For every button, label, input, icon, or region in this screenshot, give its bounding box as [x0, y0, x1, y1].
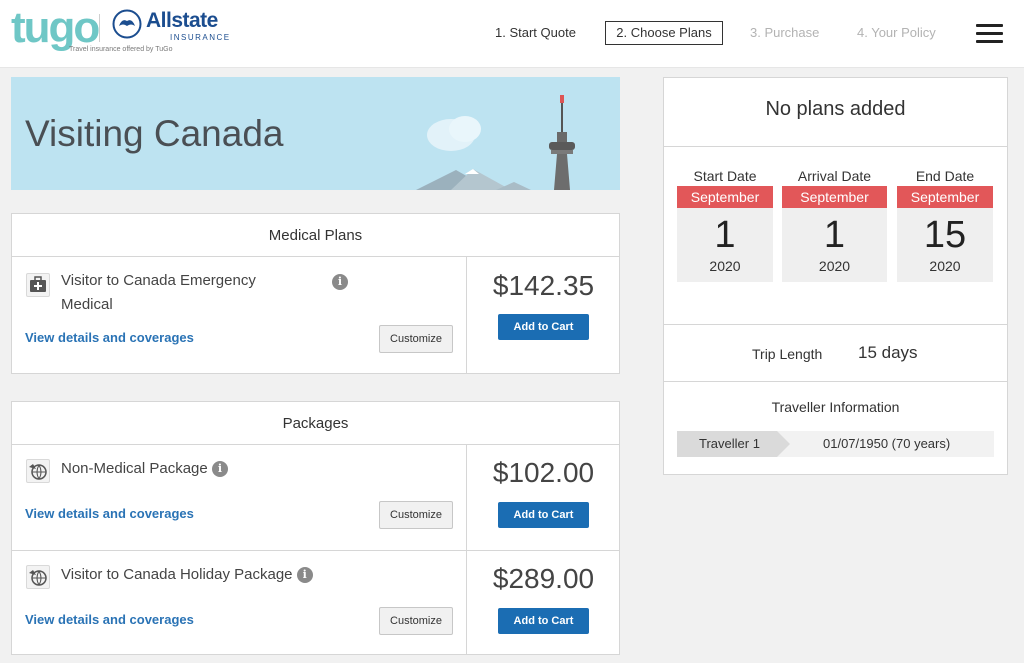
packages-header: Packages — [12, 402, 619, 445]
customize-button[interactable]: Customize — [379, 607, 453, 635]
add-to-cart-button[interactable]: Add to Cart — [498, 314, 589, 340]
cn-tower-illustration-icon — [416, 95, 575, 190]
globe-plane-icon — [26, 459, 50, 483]
globe-plane-icon — [26, 565, 50, 589]
traveller-info-title: Traveller Information — [771, 399, 900, 415]
view-details-link[interactable]: View details and coverages — [25, 330, 194, 345]
site-header: tugo Allstate INSURANCE Travel insurance… — [0, 0, 1024, 68]
plan-name: Visitor to Canada Emergency Medical — [61, 269, 256, 317]
step-start-quote[interactable]: 1. Start Quote — [495, 21, 576, 45]
step-choose-plans[interactable]: 2. Choose Plans — [605, 21, 723, 45]
plan-name-text: Non-Medical Package — [61, 460, 208, 477]
info-icon[interactable]: i — [211, 461, 228, 477]
divider — [664, 324, 1007, 325]
date-label: End Date — [915, 168, 975, 184]
step-your-policy: 4. Your Policy — [857, 25, 936, 40]
logo-tagline: Travel insurance offered by TuGo — [69, 46, 173, 53]
date-month: September — [782, 186, 887, 208]
date-year: 2020 — [929, 258, 961, 274]
info-icon[interactable]: i — [332, 274, 348, 290]
medical-kit-icon — [26, 273, 50, 297]
medical-plans-header: Medical Plans — [12, 214, 619, 257]
date-box: 1 2020 — [782, 208, 887, 282]
plan-name: Non-Medical Package i — [61, 457, 228, 481]
arrival-date-card: Arrival Date September 1 2020 — [782, 168, 887, 282]
plan-row: Non-Medical Package i View details and c… — [12, 445, 619, 550]
date-label: Arrival Date — [797, 168, 872, 184]
step-purchase: 3. Purchase — [750, 25, 820, 40]
progress-steps: 1. Start Quote 2. Choose Plans 3. Purcha… — [0, 21, 1024, 45]
start-date-card: Start Date September 1 2020 — [677, 168, 773, 282]
view-details-link[interactable]: View details and coverages — [25, 506, 194, 521]
cart-status: No plans added — [664, 78, 1007, 147]
add-to-cart-button[interactable]: Add to Cart — [498, 502, 589, 528]
date-month: September — [677, 186, 773, 208]
end-date-card: End Date September 15 2020 — [897, 168, 993, 282]
plan-row: Visitor to Canada Holiday Package i View… — [12, 550, 619, 654]
destination-banner: Visiting Canada — [11, 77, 620, 190]
trip-length-label: Trip Length — [752, 346, 823, 362]
date-day: 1 — [823, 214, 846, 256]
date-year: 2020 — [709, 258, 741, 274]
traveller-dob: 01/07/1950 (70 years) — [823, 436, 951, 451]
customize-button[interactable]: Customize — [379, 501, 453, 529]
divider — [664, 381, 1007, 382]
date-label: Start Date — [693, 168, 757, 184]
plan-name-line1: Visitor to Canada Emergency — [61, 272, 256, 289]
view-details-link[interactable]: View details and coverages — [25, 612, 194, 627]
plan-price: $102.00 — [492, 457, 595, 488]
plan-price: $142.35 — [492, 270, 595, 301]
plan-price: $289.00 — [492, 563, 595, 594]
banner-title: Visiting Canada — [25, 113, 284, 154]
plan-row: Visitor to Canada Emergency Medical i Vi… — [12, 257, 619, 373]
plan-name-text: Visitor to Canada Holiday Package — [61, 566, 293, 583]
plan-name: Visitor to Canada Holiday Package i — [61, 563, 313, 587]
plan-name-line2: Medical — [61, 296, 113, 313]
quote-summary-panel: No plans added Start Date September 1 20… — [663, 77, 1008, 475]
traveller-tag: Traveller 1 — [677, 431, 790, 457]
date-month: September — [897, 186, 993, 208]
customize-button[interactable]: Customize — [379, 325, 453, 353]
medical-plans-panel: Medical Plans Visitor to Canada Emergenc… — [11, 213, 620, 374]
trip-length-value: 15 days — [858, 343, 918, 362]
packages-panel: Packages Non-Medical Package i View deta… — [11, 401, 620, 655]
add-to-cart-button[interactable]: Add to Cart — [498, 608, 589, 634]
info-icon[interactable]: i — [296, 567, 313, 583]
date-box: 1 2020 — [677, 208, 773, 282]
hamburger-menu-icon[interactable] — [976, 24, 1003, 44]
traveller-row: Traveller 1 01/07/1950 (70 years) — [677, 431, 994, 457]
date-day: 1 — [714, 214, 736, 256]
date-year: 2020 — [818, 258, 851, 274]
date-day: 15 — [923, 214, 967, 256]
date-box: 15 2020 — [897, 208, 993, 282]
